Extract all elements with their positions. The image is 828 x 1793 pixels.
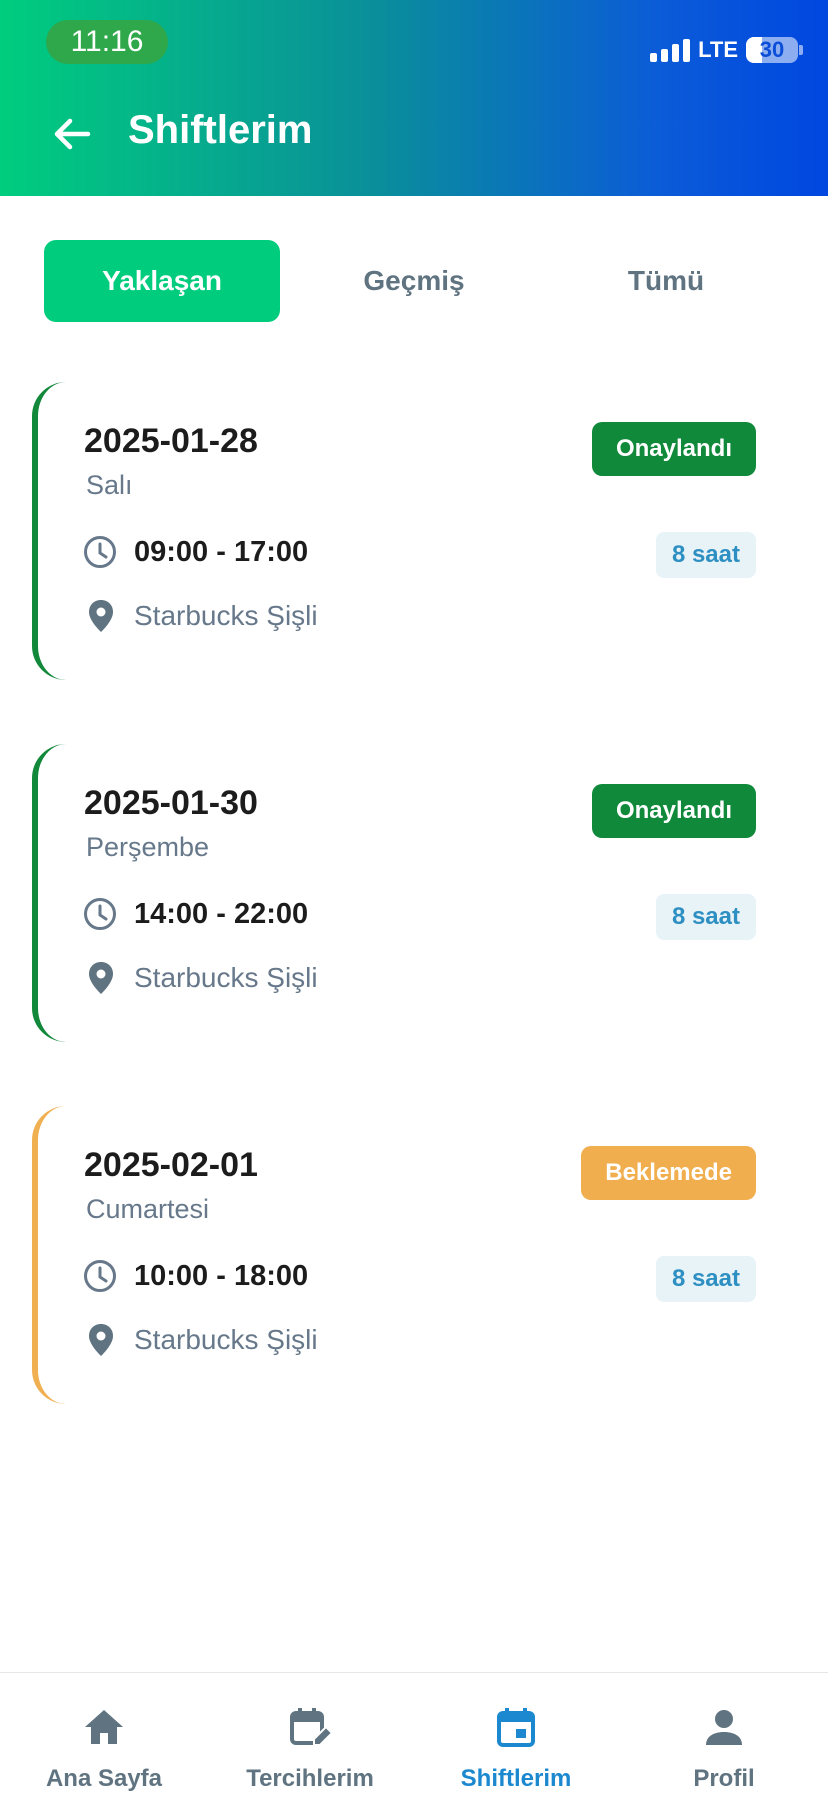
clock-icon xyxy=(84,898,116,930)
page-title: Shiftlerim xyxy=(128,108,313,152)
shift-date: 2025-01-28 xyxy=(84,422,258,460)
status-badge: Onaylandı xyxy=(591,784,756,838)
tab-upcoming[interactable]: Yaklaşan xyxy=(44,240,280,322)
nav-label: Tercihlerim xyxy=(246,1765,374,1792)
nav-label: Ana Sayfa xyxy=(45,1765,163,1792)
shift-card[interactable]: 2025-01-28 Salı Onaylandı 09:00 - 17:00 … xyxy=(32,382,796,680)
shift-hours-badge: 8 saat xyxy=(655,532,756,578)
shift-day: Perşembe xyxy=(86,832,210,862)
shift-location: Starbucks Şişli xyxy=(134,962,318,993)
shift-card[interactable]: 2025-02-01 Cumartesi Beklemede 10:00 - 1… xyxy=(32,1106,796,1404)
shift-day: Cumartesi xyxy=(86,1194,210,1224)
location-pin-icon xyxy=(89,962,113,994)
nav-shifts[interactable]: Shiftlerim xyxy=(416,1673,616,1793)
shift-location: Starbucks Şişli xyxy=(134,1324,318,1355)
status-indicators: LTE 30 xyxy=(650,34,803,66)
arrow-left-icon xyxy=(54,118,91,150)
location-pin-icon xyxy=(89,1324,113,1356)
shift-time-range: 14:00 - 22:00 xyxy=(134,898,309,930)
shift-time-range: 09:00 - 17:00 xyxy=(134,536,309,568)
person-icon xyxy=(706,1710,742,1745)
nav-preferences[interactable]: Tercihlerim xyxy=(210,1673,410,1793)
nav-label: Profil xyxy=(693,1765,755,1792)
shift-hours-badge: 8 saat xyxy=(655,1256,756,1302)
battery-level: 30 xyxy=(759,37,785,62)
battery-icon: 30 xyxy=(746,37,803,63)
tab-past[interactable]: Geçmiş xyxy=(296,240,532,322)
shift-card[interactable]: 2025-01-30 Perşembe Onaylandı 14:00 - 22… xyxy=(32,744,796,1042)
shift-location: Starbucks Şişli xyxy=(134,600,318,631)
app-header: 11:16 LTE 30 Shiftlerim xyxy=(0,0,828,196)
nav-home[interactable]: Ana Sayfa xyxy=(4,1673,204,1793)
back-button[interactable] xyxy=(48,110,96,158)
shift-date: 2025-01-30 xyxy=(84,784,258,822)
nav-profile[interactable]: Profil xyxy=(624,1673,824,1793)
cellular-signal-icon xyxy=(650,38,691,62)
nav-label: Shiftlerim xyxy=(460,1765,572,1792)
shift-filter-tabs: Yaklaşan Geçmiş Tümü xyxy=(44,240,784,322)
shift-time-range: 10:00 - 18:00 xyxy=(134,1260,309,1292)
tab-all[interactable]: Tümü xyxy=(548,240,784,322)
clock-icon xyxy=(84,536,116,568)
calendar-edit-icon xyxy=(290,1708,332,1746)
location-pin-icon xyxy=(89,600,113,632)
status-time: 11:16 xyxy=(46,20,168,64)
home-icon xyxy=(85,1710,123,1744)
network-type: LTE xyxy=(698,37,738,62)
shift-date: 2025-02-01 xyxy=(84,1146,258,1184)
shift-day: Salı xyxy=(86,470,133,500)
status-badge: Onaylandı xyxy=(591,422,756,476)
clock-icon xyxy=(84,1260,116,1292)
status-badge: Beklemede xyxy=(581,1146,756,1200)
bottom-navigation: Ana Sayfa Tercihlerim Shiftlerim Profil xyxy=(0,1672,828,1792)
shift-hours-badge: 8 saat xyxy=(655,894,756,940)
calendar-icon xyxy=(497,1708,535,1747)
